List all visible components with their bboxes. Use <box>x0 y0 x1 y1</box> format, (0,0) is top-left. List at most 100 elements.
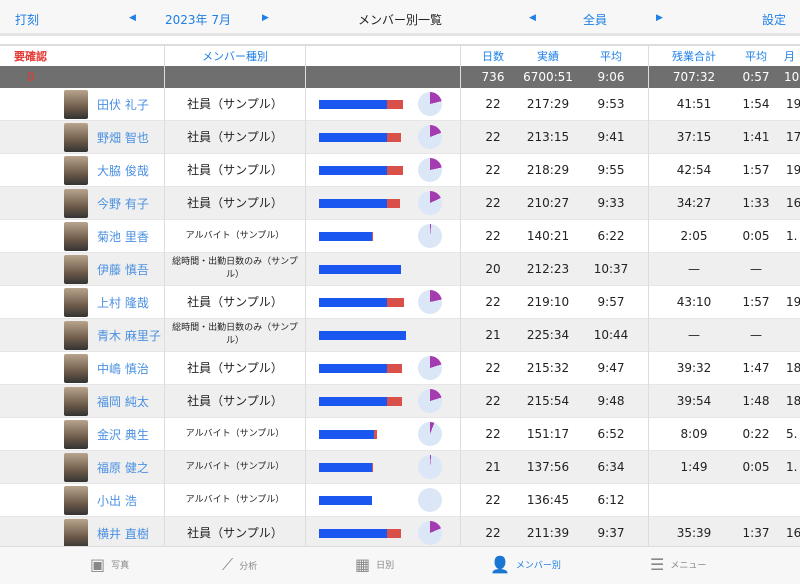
avg: 9:41 <box>597 130 625 144</box>
table-row[interactable]: 大脇 俊哉 社員（サンプル） 22 218:29 9:55 42:54 1:57… <box>0 154 800 187</box>
table-row[interactable]: 伊藤 慎吾 総時間・出勤日数のみ（サンプル） 20 212:23 10:37 —… <box>0 253 800 286</box>
nav-photo[interactable]: ▣ 写真 <box>90 555 129 574</box>
days: 21 <box>485 460 501 474</box>
prev-filter-button[interactable]: ◀ <box>529 13 536 23</box>
actual: 215:32 <box>526 361 570 375</box>
total-extra: 10 <box>784 70 800 84</box>
days: 22 <box>485 394 501 408</box>
member-name[interactable]: 福岡 純太 <box>97 385 149 417</box>
nav-chart[interactable]: ⟋ 分析 <box>222 555 257 575</box>
overtime-pie <box>418 521 442 545</box>
member-name[interactable]: 田伏 礼子 <box>97 88 149 120</box>
overtime-bar <box>386 100 403 109</box>
table-row[interactable]: 金沢 典生 アルバイト（サンプル） 22 151:17 6:52 8:09 0:… <box>0 418 800 451</box>
bottom-nav: ▣ 写真 ⟋ 分析 ▦ 日別 👤 メンバー別 ☰ メニュー <box>0 546 800 584</box>
nav-member[interactable]: 👤 メンバー別 <box>490 555 561 574</box>
col-ot-avg: 平均 <box>745 50 767 63</box>
punch-button[interactable]: 打刻 <box>15 11 39 28</box>
avg: 9:57 <box>597 295 625 309</box>
col-avg: 平均 <box>600 50 622 63</box>
table-row[interactable]: 今野 有子 社員（サンプル） 22 210:27 9:33 34:27 1:33… <box>0 187 800 220</box>
overtime-bar <box>372 232 374 241</box>
member-type: 社員（サンプル） <box>187 294 283 309</box>
overtime: 42:54 <box>676 163 712 177</box>
regular-hours-bar <box>319 331 407 340</box>
regular-hours-bar <box>319 529 387 538</box>
overtime: 39:32 <box>676 361 712 375</box>
avg: 6:12 <box>597 493 625 507</box>
overtime-avg: — <box>750 262 762 276</box>
settings-button[interactable]: 設定 <box>762 11 786 28</box>
member-type: 社員（サンプル） <box>187 525 283 540</box>
avatar <box>64 222 88 251</box>
days: 22 <box>485 493 501 507</box>
member-name[interactable]: 小出 浩 <box>97 484 137 516</box>
table-row[interactable]: 小出 浩 アルバイト（サンプル） 22 136:45 6:12 <box>0 484 800 517</box>
overtime-bar <box>374 430 378 439</box>
days: 22 <box>485 130 501 144</box>
member-name[interactable]: 今野 有子 <box>97 187 149 219</box>
member-name[interactable]: 青木 麻里子 <box>97 319 161 351</box>
next-month-button[interactable]: ▶ <box>262 13 269 23</box>
overtime-avg: — <box>750 328 762 342</box>
avatar <box>64 189 88 218</box>
overtime-avg: 1:48 <box>742 394 770 408</box>
menu-icon: ☰ <box>650 555 665 574</box>
next-filter-button[interactable]: ▶ <box>656 13 663 23</box>
prev-month-button[interactable]: ◀ <box>129 13 136 23</box>
table-row[interactable]: 田伏 礼子 社員（サンプル） 22 217:29 9:53 41:51 1:54… <box>0 88 800 121</box>
member-name[interactable]: 上村 隆哉 <box>97 286 149 318</box>
regular-hours-bar <box>319 397 387 406</box>
overtime <box>660 484 728 516</box>
col-type: メンバー種別 <box>202 50 268 63</box>
filter-label[interactable]: 全員 <box>583 11 607 28</box>
table-row[interactable]: 上村 隆哉 社員（サンプル） 22 219:10 9:57 43:10 1:57… <box>0 286 800 319</box>
table-row[interactable]: 横井 直樹 社員（サンプル） 22 211:39 9:37 35:39 1:37… <box>0 517 800 546</box>
regular-hours-bar <box>319 133 387 142</box>
nav-menu[interactable]: ☰ メニュー <box>650 555 706 574</box>
table-row[interactable]: 中嶋 慎治 社員（サンプル） 22 215:32 9:47 39:32 1:47… <box>0 352 800 385</box>
actual: 210:27 <box>526 196 570 210</box>
overtime-avg: 1:57 <box>742 163 770 177</box>
overtime-pie <box>418 422 442 446</box>
overtime-pie <box>418 158 442 182</box>
member-name[interactable]: 中嶋 慎治 <box>97 352 149 384</box>
avg: 9:55 <box>597 163 625 177</box>
photo-icon: ▣ <box>90 555 106 574</box>
member-name[interactable]: 菊池 里香 <box>97 220 149 252</box>
member-name[interactable]: 大脇 俊哉 <box>97 154 149 186</box>
overtime: 39:54 <box>676 394 712 408</box>
member-name[interactable]: 伊藤 慎吾 <box>97 253 149 285</box>
overtime-avg: 0:05 <box>742 460 770 474</box>
totals-row: 0 736 6700:51 9:06 707:32 0:57 10 <box>0 66 800 88</box>
avg: 9:53 <box>597 97 625 111</box>
overtime-avg: 1:33 <box>742 196 770 210</box>
avg: 10:44 <box>593 328 629 342</box>
regular-hours-bar <box>319 496 372 505</box>
regular-hours-bar <box>319 364 387 373</box>
table-row[interactable]: 野畑 智也 社員（サンプル） 22 213:15 9:41 37:15 1:41… <box>0 121 800 154</box>
extra: 16 <box>786 526 800 540</box>
member-type: 社員（サンプル） <box>187 195 283 210</box>
nav-calendar[interactable]: ▦ 日別 <box>355 555 394 574</box>
table-row[interactable]: 青木 麻里子 総時間・出勤日数のみ（サンプル） 21 225:34 10:44 … <box>0 319 800 352</box>
member-name[interactable]: 金沢 典生 <box>97 418 149 450</box>
overtime: — <box>688 328 700 342</box>
regular-hours-bar <box>319 166 387 175</box>
member-name[interactable]: 横井 直樹 <box>97 517 149 546</box>
actual: 136:45 <box>526 493 570 507</box>
table-row[interactable]: 菊池 里香 アルバイト（サンプル） 22 140:21 6:22 2:05 0:… <box>0 220 800 253</box>
extra: 18 <box>786 394 800 408</box>
table-row[interactable]: 福岡 純太 社員（サンプル） 22 215:54 9:48 39:54 1:48… <box>0 385 800 418</box>
extra: 18 <box>786 361 800 375</box>
member-name[interactable]: 福原 健之 <box>97 451 149 483</box>
overtime-pie <box>418 290 442 314</box>
member-name[interactable]: 野畑 智也 <box>97 121 149 153</box>
extra: 16 <box>786 196 800 210</box>
overtime-bar <box>386 298 404 307</box>
avatar <box>64 255 88 284</box>
avatar <box>64 354 88 383</box>
member-type: アルバイト（サンプル） <box>185 494 285 505</box>
actual: 211:39 <box>526 526 570 540</box>
table-row[interactable]: 福原 健之 アルバイト（サンプル） 21 137:56 6:34 1:49 0:… <box>0 451 800 484</box>
